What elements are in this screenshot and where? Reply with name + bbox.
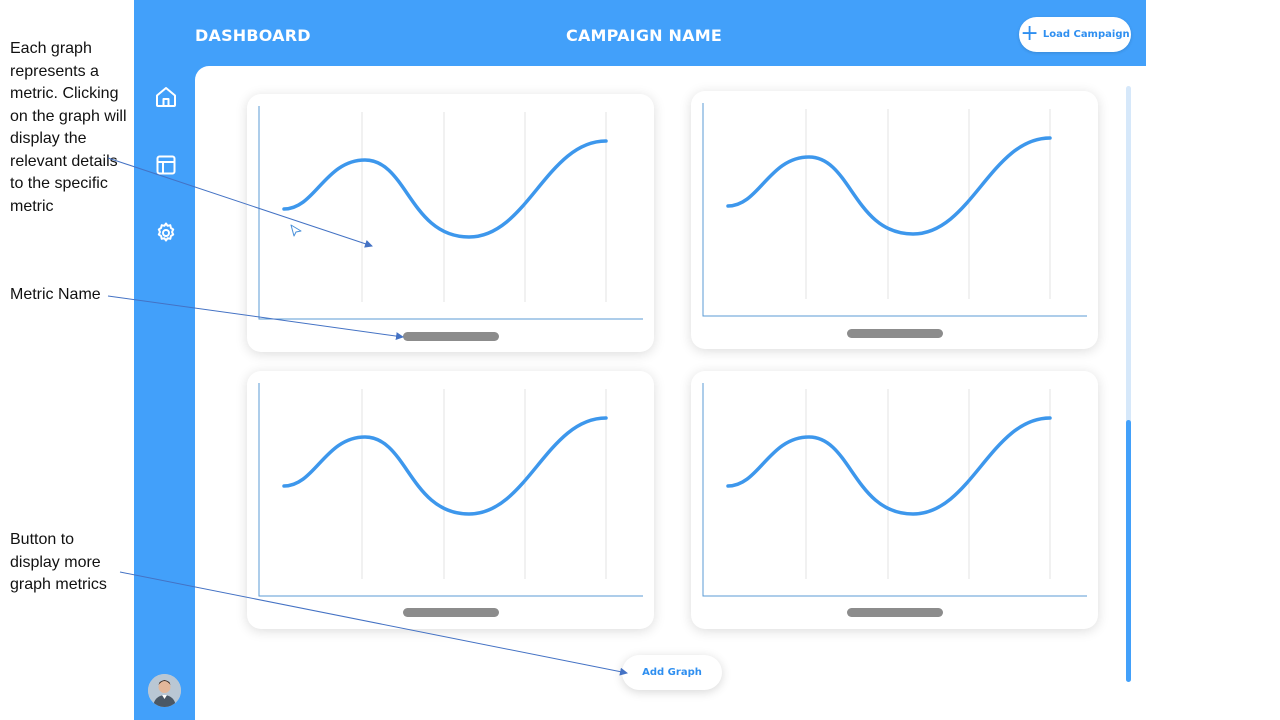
gear-icon[interactable] [154,221,178,245]
add-button-annotation: Button to display more graph metrics [10,531,107,593]
user-avatar[interactable] [148,674,181,707]
metric-name-placeholder [403,332,499,341]
metric-name-placeholder [847,329,943,338]
add-graph-label: Add Graph [642,667,702,678]
dashboard-title: DASHBOARD [195,26,311,45]
metric-name-placeholder [847,608,943,617]
load-campaign-label: Load Campaign [1042,29,1130,40]
graph-card-2[interactable] [691,91,1098,349]
scrollbar-thumb[interactable] [1126,420,1131,682]
campaign-name-title: CAMPAIGN NAME [566,26,722,45]
graph-card-1[interactable] [247,94,654,352]
metric-name-placeholder [403,608,499,617]
home-icon[interactable] [154,85,178,109]
graph-card-4[interactable] [691,371,1098,629]
graph-annotation: Each graph represents a metric. Clicking… [10,40,127,215]
graph-2 [702,103,1087,317]
graph-4 [702,383,1087,597]
metric-name-annotation: Metric Name [10,286,101,303]
load-campaign-button[interactable]: + Load Campaign [1019,17,1131,52]
layout-icon[interactable] [154,153,178,177]
add-graph-button[interactable]: Add Graph [622,655,722,690]
plus-icon: + [1020,20,1039,46]
graph-card-3[interactable] [247,371,654,629]
graph-3 [258,383,643,597]
graph-1 [258,106,643,320]
